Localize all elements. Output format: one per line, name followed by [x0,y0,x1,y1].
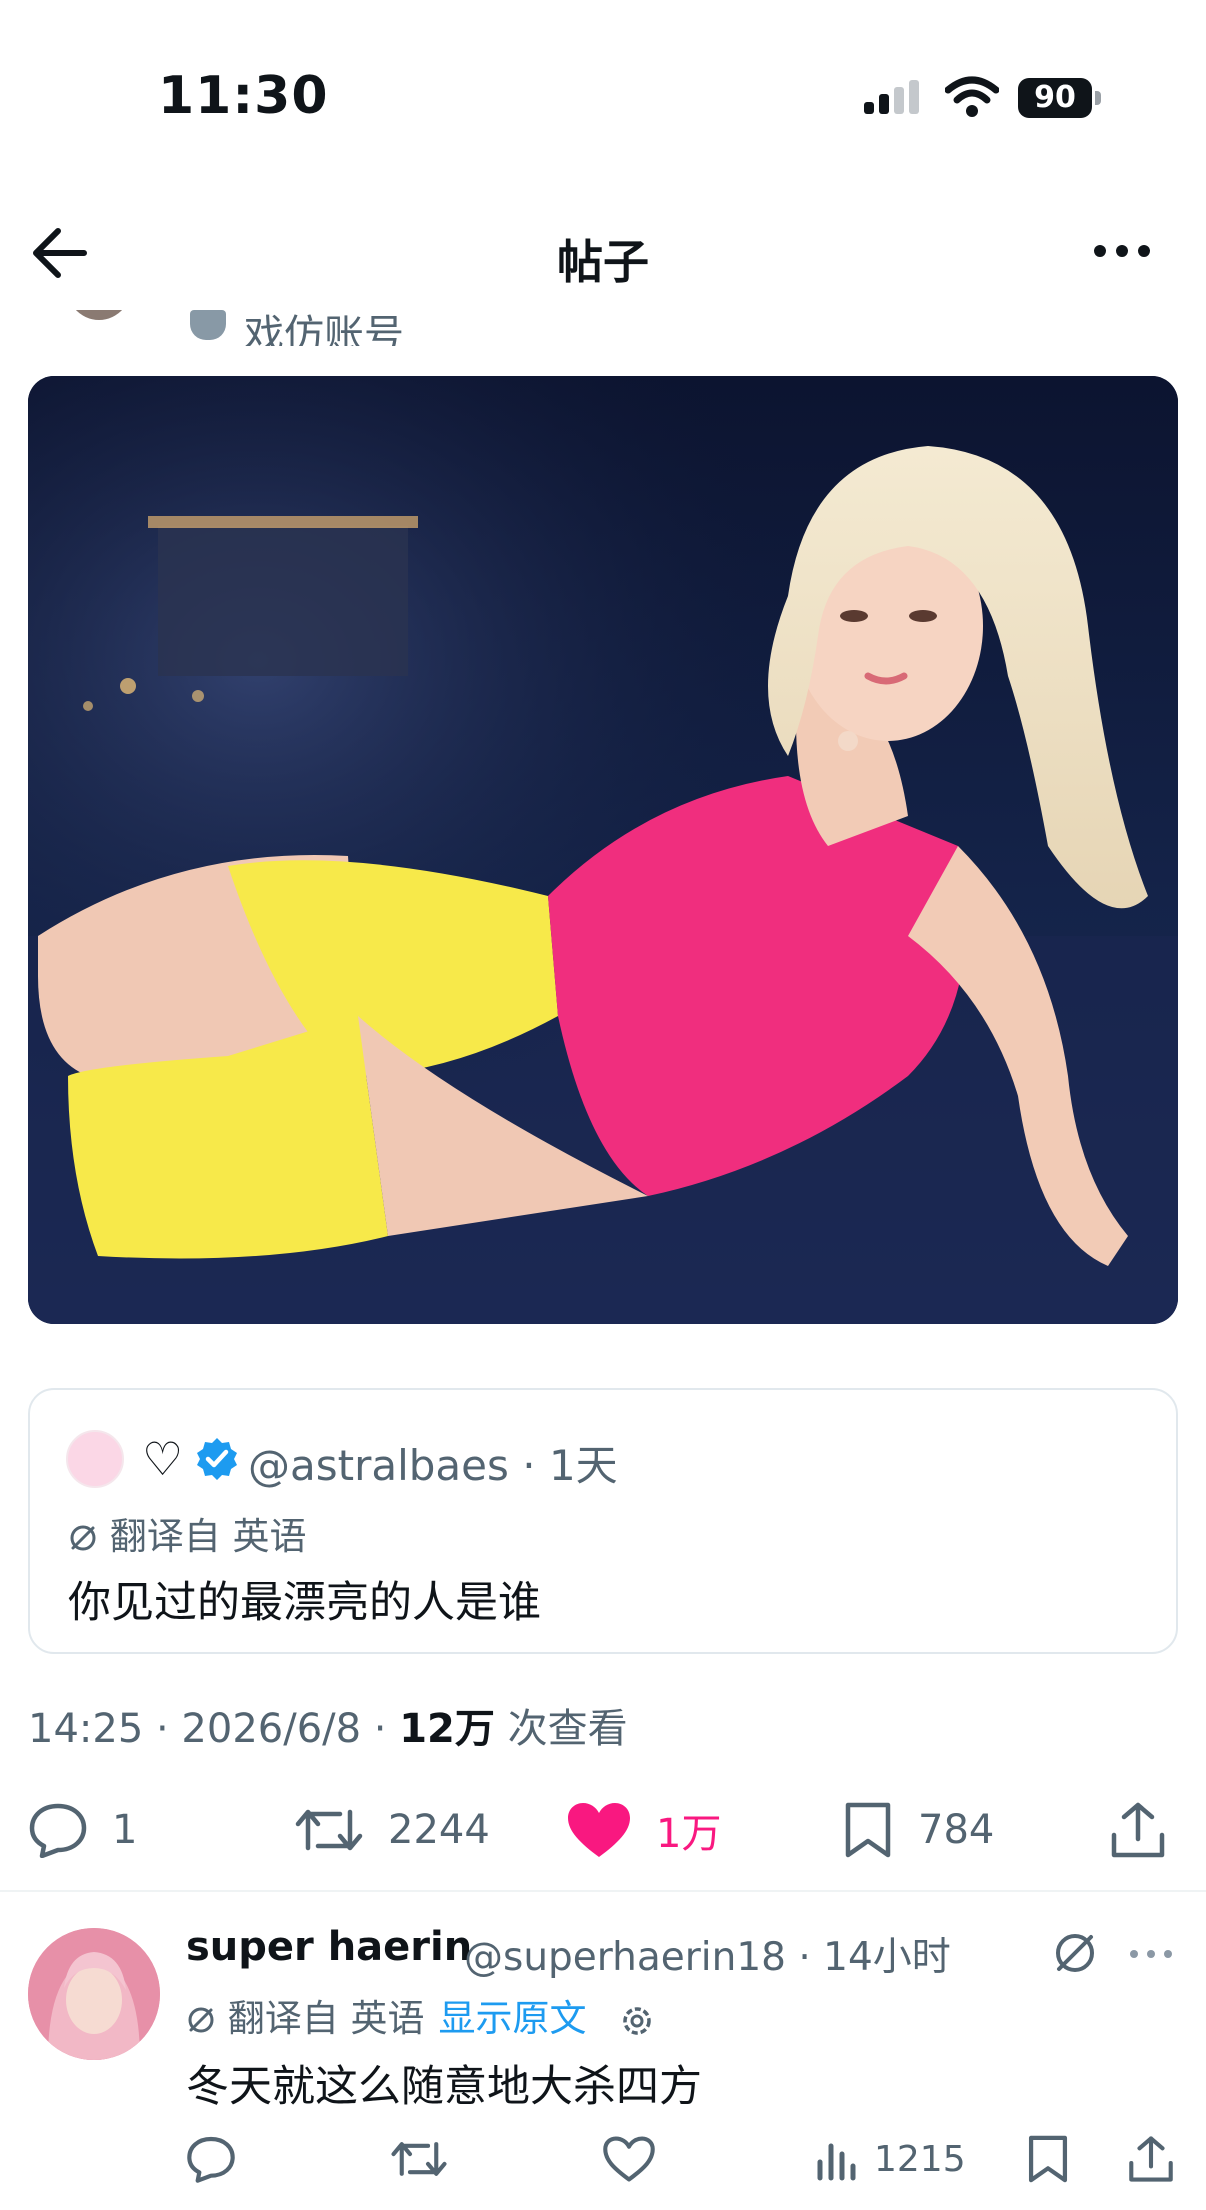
views-label: 次查看 [494,1706,628,1752]
gear-icon[interactable] [618,2002,656,2040]
quoted-translation-note: 翻译自 英语 [68,1506,307,1560]
quoted-post[interactable]: ♡ @astralbaes · 1天 翻译自 英语 你见过的最漂亮的人是谁 [28,1388,1178,1654]
parody-shield-icon [190,310,226,340]
reply-display-name[interactable]: super haerin [186,1924,472,1970]
repost-button[interactable]: 2244 [294,1790,490,1870]
bookmark-icon [845,1802,891,1858]
verified-badge-icon [197,1438,237,1480]
bookmark-icon [1028,2135,1068,2183]
reply-like-button[interactable] [602,2124,656,2194]
reply-handle[interactable]: @superhaerin18 · 14小时 [464,1926,951,1982]
reply-view-count: 1215 [874,2138,966,2180]
post-photo [28,376,1178,1324]
reply-share-button[interactable] [1128,2124,1174,2194]
like-button[interactable]: 1万 [566,1790,721,1870]
post-action-bar: 1 2244 1万 784 [0,1790,1206,1870]
reply-count: 1 [112,1807,138,1853]
quoted-handle[interactable]: @astralbaes · 1天 [248,1432,618,1493]
share-icon [1129,2136,1173,2182]
translate-icon[interactable] [1050,1928,1100,1978]
share-icon [1111,1802,1165,1858]
wifi-icon [945,76,999,117]
reply-reply-button[interactable] [186,2124,236,2194]
reply-views[interactable]: 1215 [816,2124,966,2194]
avatar-photo [28,1928,160,2060]
cellular-signal-icon [864,80,919,114]
reply-bookmark-button[interactable] [1026,2124,1070,2194]
reply-text: 冬天就这么随意地大杀四方 [186,2062,702,2112]
bookmark-count: 784 [918,1807,995,1853]
battery-indicator: 90 [1018,78,1102,118]
more-icon[interactable] [1126,1944,1176,1964]
repost-icon [295,1809,363,1851]
quoted-time: 1天 [548,1441,618,1490]
post-meta: 14:25 · 2026/6/8 · 12万 次查看 [28,1696,628,1754]
name-heart-emoji: ♡ [142,1432,184,1486]
quoted-handle-text: @astralbaes [248,1441,509,1490]
reply-button[interactable]: 1 [28,1790,137,1870]
reply-icon [187,2136,235,2183]
analytics-icon [817,2143,856,2181]
post-image[interactable] [28,376,1178,1324]
show-original-link[interactable]: 显示原文 [439,1997,587,2040]
reply-action-bar: 1215 [0,2124,1206,2194]
battery-level: 90 [1018,78,1092,118]
reply-repost-button[interactable] [390,2124,448,2194]
reply-avatar[interactable] [28,1928,160,2060]
page-title: 帖子 [557,235,649,289]
like-count: 1万 [656,1811,722,1857]
more-options-icon[interactable] [1090,236,1154,266]
heart-outline-icon [603,2136,655,2182]
top-navigation: 帖子 [0,200,1206,310]
reply-post[interactable]: super haerin @superhaerin18 · 14小时 翻译自 英… [0,1892,1206,2210]
repost-count: 2244 [388,1807,490,1853]
reply-translation-label: 翻译自 英语 [227,1997,425,2040]
translate-small-icon [188,2007,214,2033]
heart-filled-icon [568,1803,630,1857]
post-timestamp: 14:25 · 2026/6/8 · [28,1706,400,1752]
views-count: 12万 [399,1706,495,1752]
status-time: 11:30 [158,66,329,126]
repost-icon [391,2142,447,2176]
quoted-text: 你见过的最漂亮的人是谁 [68,1578,541,1628]
reply-translation-note: 翻译自 英语 显示原文 [186,1988,656,2042]
quoted-translation-label: 翻译自 英语 [109,1515,307,1558]
quoted-avatar[interactable] [66,1430,124,1488]
share-button[interactable] [1110,1790,1166,1870]
translate-icon [70,1525,96,1551]
reply-icon [29,1803,87,1858]
status-bar: 11:30 90 [0,0,1206,170]
bookmark-button[interactable]: 784 [842,1790,994,1870]
